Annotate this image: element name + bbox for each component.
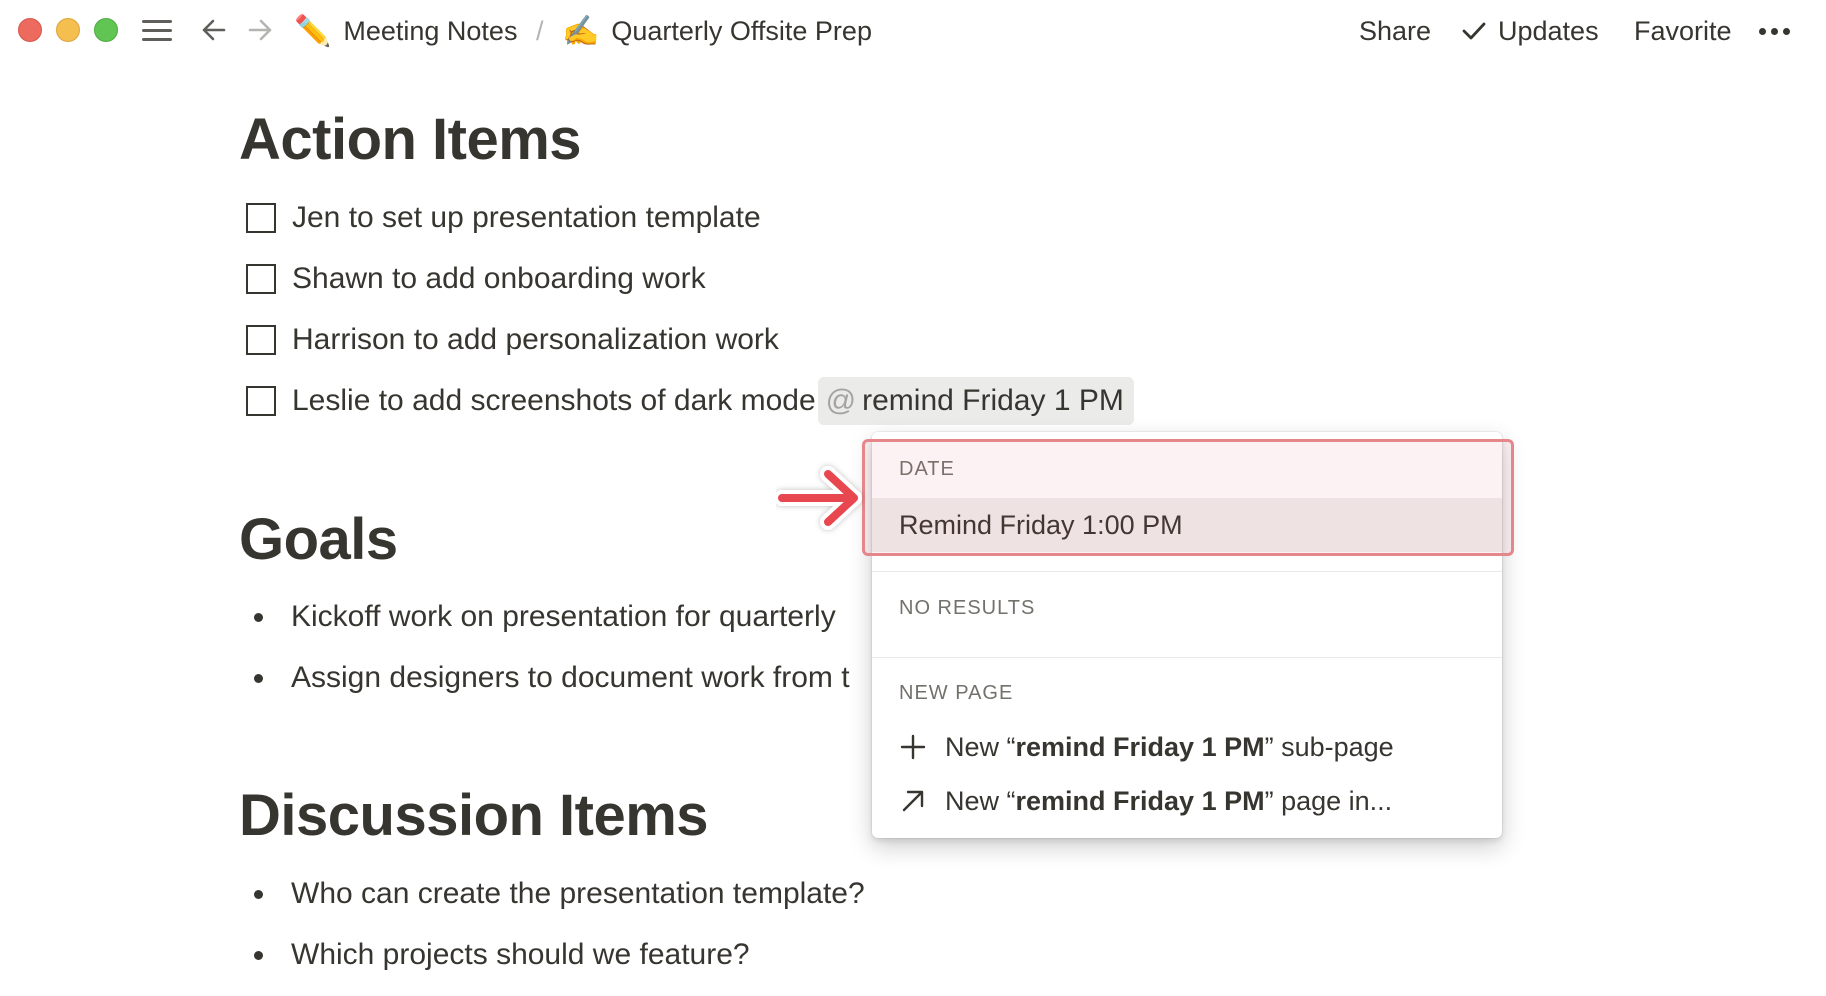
todo-checkbox[interactable] [246,203,276,233]
breadcrumb-label: Quarterly Offsite Prep [611,15,872,46]
bullet-icon [254,673,263,683]
window-maximize-button[interactable] [94,18,118,42]
section-label-date: DATE [899,458,955,480]
todo-text[interactable]: Shawn to add onboarding work [292,262,706,296]
heading-discussion-items[interactable]: Discussion Items [239,782,709,849]
list-item[interactable]: Which projects should we feature? [254,935,750,975]
breadcrumb-label: Meeting Notes [343,15,518,46]
option-query: remind Friday 1 PM [1015,785,1265,816]
todo-item[interactable]: Harrison to add personalization work [246,320,779,360]
plus-icon [900,734,926,760]
list-item-text[interactable]: Kickoff work on presentation for quarter… [291,600,875,634]
mention-query-text[interactable]: remind Friday 1 PM [862,384,1124,418]
more-options-icon[interactable] [1759,13,1795,49]
forward-arrow-icon[interactable] [242,12,278,48]
todo-text[interactable]: Leslie to add screenshots of dark mode [292,384,816,418]
todo-checkbox[interactable] [246,386,276,416]
callout-arrow-icon [776,466,862,530]
new-subpage-option[interactable]: New “remind Friday 1 PM” sub-page [872,720,1502,774]
share-button[interactable]: Share [1359,13,1431,49]
arrow-up-right-icon [902,790,924,812]
option-prefix: New “ [945,785,1016,816]
list-item-text[interactable]: Which projects should we feature? [291,938,750,972]
todo-text[interactable]: Harrison to add personalization work [292,323,779,357]
todo-item[interactable]: Leslie to add screenshots of dark mode @… [246,377,1134,425]
updates-label: Updates [1498,15,1599,46]
window-minimize-button[interactable] [56,18,80,42]
todo-item[interactable]: Shawn to add onboarding work [246,259,706,299]
list-item[interactable]: Assign designers to document work from t [254,658,875,698]
todo-item[interactable]: Jen to set up presentation template [246,198,761,238]
heading-goals[interactable]: Goals [239,506,398,573]
breadcrumb-quarterly-offsite-prep[interactable]: ✍️ Quarterly Offsite Prep [562,13,872,49]
writing-hand-icon: ✍️ [562,13,600,49]
top-bar: ✏️ Meeting Notes / ✍️ Quarterly Offsite … [0,0,1826,62]
bullet-icon [254,950,263,960]
breadcrumb-meeting-notes[interactable]: ✏️ Meeting Notes [294,13,517,49]
breadcrumb-separator: / [536,15,544,46]
new-page-in-option[interactable]: New “remind Friday 1 PM” page in... [872,774,1502,828]
list-item-text[interactable]: Assign designers to document work from t [291,661,875,695]
list-item-text[interactable]: Who can create the presentation template… [291,877,865,911]
section-label-new-page: NEW PAGE [899,682,1014,704]
todo-text[interactable]: Jen to set up presentation template [292,201,761,235]
back-arrow-icon[interactable] [196,12,232,48]
sidebar-toggle-icon[interactable] [140,17,174,45]
bullet-icon [254,612,263,622]
checkmark-icon [1462,22,1486,40]
at-sign-icon: @ [825,384,857,417]
list-item[interactable]: Who can create the presentation template… [254,874,865,914]
remind-date-option[interactable]: Remind Friday 1:00 PM [872,498,1502,552]
todo-checkbox[interactable] [246,264,276,294]
menu-divider [872,657,1502,658]
todo-checkbox[interactable] [246,325,276,355]
pencil-icon: ✏️ [294,13,332,49]
option-suffix: ” page in... [1264,785,1393,816]
window-close-button[interactable] [18,18,42,42]
bullet-icon [254,889,263,899]
option-query: remind Friday 1 PM [1015,731,1265,762]
section-label-no-results: NO RESULTS [899,597,1036,619]
option-suffix: ” sub-page [1264,731,1394,762]
mention-popup-menu: DATE Remind Friday 1:00 PM NO RESULTS NE… [872,432,1502,838]
updates-button[interactable]: Updates [1460,13,1599,49]
favorite-button[interactable]: Favorite [1634,13,1732,49]
option-prefix: New “ [945,731,1016,762]
list-item[interactable]: Kickoff work on presentation for quarter… [254,597,875,637]
heading-action-items[interactable]: Action Items [239,106,582,173]
menu-divider [872,571,1502,572]
mention-input-chip[interactable]: @ remind Friday 1 PM [817,377,1134,425]
